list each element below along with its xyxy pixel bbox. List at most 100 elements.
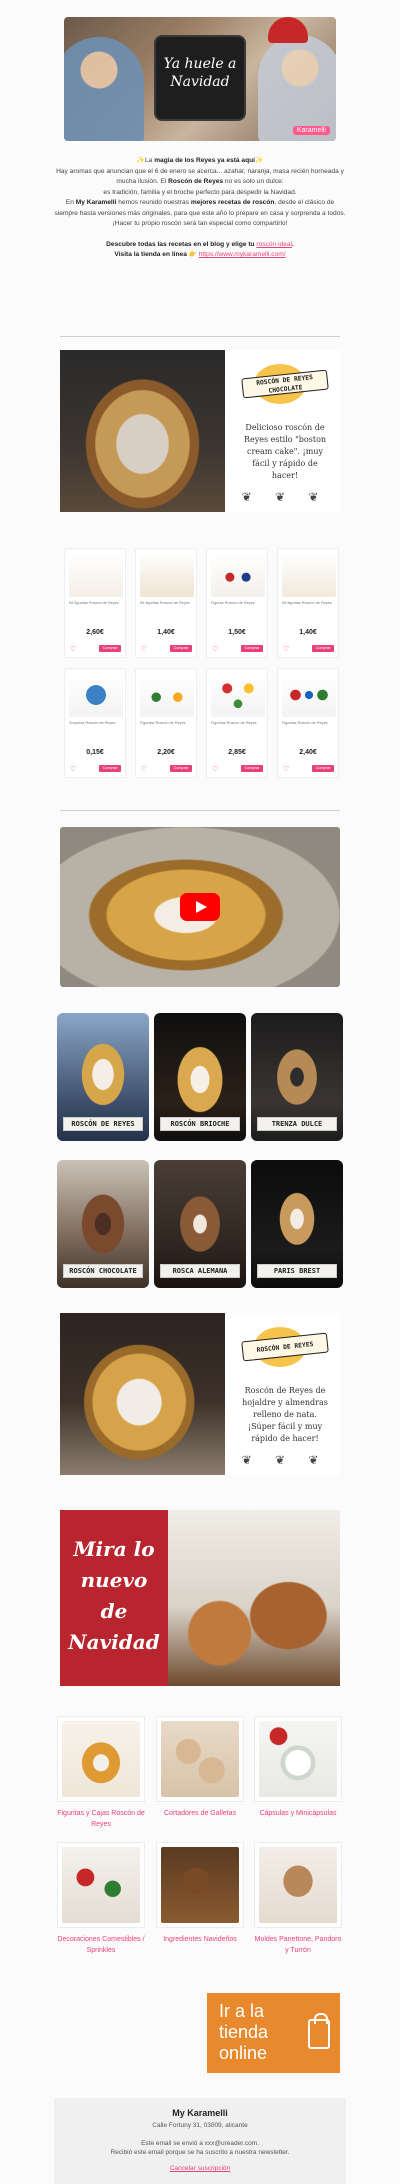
brand-badge: Karamelli — [292, 126, 330, 135]
heart-icon[interactable]: ♡ — [283, 765, 289, 773]
product-card[interactable]: Figuritas Roscón de Reyes 2,40€ ♡ Compra… — [277, 668, 339, 778]
shop-category-label[interactable]: Ingredientes Navideños — [156, 1934, 244, 1945]
shop-category-image — [156, 1716, 244, 1802]
shop-category-moldes[interactable]: Moldes Panettone, Pandoro y Turrón — [254, 1842, 342, 1956]
shop-category-label[interactable]: Cortadores de Galletas — [156, 1808, 244, 1819]
category-tile-roscon-brioche[interactable]: ROSCÓN BRIOCHE — [154, 1013, 246, 1141]
shop-category-decoraciones[interactable]: Decoraciones Comestibles / Sprinkles — [57, 1842, 145, 1956]
online-store-button[interactable]: Ir a la tienda online — [207, 1993, 340, 2073]
footer-address: Calle Fortuny 31, 03009, alicante — [152, 2122, 248, 2129]
cta-text: Visita la tienda en línea 👉 — [114, 251, 199, 258]
category-tile-paris-brest[interactable]: PARIS BREST — [251, 1160, 343, 1288]
intro-bold: mejores recetas de roscón — [190, 199, 275, 206]
blog-link[interactable]: roscón ideal — [256, 241, 292, 248]
product-card[interactable]: Figuritas Roscón de Reyes 2,20€ ♡ Compra… — [135, 668, 197, 778]
product-card[interactable]: Kit figuritas Roscón de Reyes 1,40€ ♡ Co… — [135, 548, 197, 658]
product-name: Kit figuritas Roscón de Reyes — [282, 601, 332, 605]
product-price: 1,50€ — [228, 629, 246, 636]
store-cta: Visita la tienda en línea 👉 https://www.… — [54, 250, 346, 261]
heart-icon[interactable]: ♡ — [141, 765, 147, 773]
footer: My Karamelli Calle Fortuny 31, 03009, al… — [54, 2098, 346, 2184]
category-tile-roscon-de-reyes[interactable]: ROSCÓN DE REYES — [57, 1013, 149, 1141]
shop-category-label[interactable]: Moldes Panettone, Pandoro y Turrón — [254, 1934, 342, 1956]
christmas-title-line: Navidad — [68, 1630, 160, 1654]
buy-button[interactable]: Comprar — [99, 765, 121, 772]
intro-line: es tradición, familia y el broche perfec… — [103, 188, 297, 196]
promo-description: Delicioso roscón de Reyes estilo "boston… — [243, 423, 327, 480]
hero-banner[interactable]: Ya huele a Navidad Karamelli — [64, 17, 336, 141]
product-image — [282, 673, 336, 717]
play-icon[interactable] — [180, 893, 220, 921]
promo-description: Roscón de Reyes de hojaldre y almendras … — [242, 1386, 328, 1443]
buy-button[interactable]: Comprar — [241, 765, 263, 772]
buy-button[interactable]: Comprar — [312, 645, 334, 652]
shop-category-figuritas[interactable]: Figuritas y Cajas Roscón de Reyes — [57, 1716, 145, 1830]
intro-bold: magia de los Reyes ya está aquí — [154, 157, 255, 164]
shop-category-label[interactable]: Figuritas y Cajas Roscón de Reyes — [57, 1808, 145, 1830]
footer-note: Este email se envió a xxx@ureader.com. R… — [54, 2139, 346, 2157]
video-thumbnail[interactable] — [60, 827, 340, 987]
store-link[interactable]: https://www.mykaramelli.com/ — [199, 251, 286, 258]
intro-line: ¡Hacer tu propio roscón será tan especia… — [112, 220, 288, 227]
category-tile-rosca-alemana[interactable]: ROSCA ALEMANA — [154, 1160, 246, 1288]
unsubscribe-link[interactable]: Cancelar suscripción — [54, 2165, 346, 2172]
christmas-banner[interactable]: Mira lo nuevo de Navidad — [60, 1510, 340, 1686]
product-price: 1,40€ — [299, 629, 317, 636]
category-photo — [259, 1847, 337, 1923]
heart-icon[interactable]: ♡ — [70, 645, 76, 653]
product-card[interactable]: Kit figuritas Roscón de Reyes 1,40€ ♡ Co… — [277, 548, 339, 658]
buy-button[interactable]: Comprar — [99, 645, 121, 652]
shop-category-label[interactable]: Cápsulas y Minicápsulas — [254, 1808, 342, 1819]
product-card[interactable]: Kit figuritas Roscón de Reyes 2,60€ ♡ Co… — [64, 548, 126, 658]
intro-text-fragment: ✨ — [254, 157, 264, 164]
intro-line: Hay aromas que anuncian que el 6 de ener… — [54, 167, 346, 188]
category-tile-trenza-dulce[interactable]: TRENZA DULCE — [251, 1013, 343, 1141]
product-card[interactable]: Figuritas Roscón de Reyes 2,85€ ♡ Compra… — [206, 668, 268, 778]
shop-category-ingredientes[interactable]: Ingredientes Navideños — [156, 1842, 244, 1945]
product-image — [69, 553, 123, 597]
intro-line: En My Karamelli hemos reunido nuestras m… — [54, 198, 346, 219]
shop-category-cortadores[interactable]: Cortadores de Galletas — [156, 1716, 244, 1819]
product-price: 1,40€ — [157, 629, 175, 636]
shop-category-image — [156, 1842, 244, 1928]
product-price: 0,15€ — [86, 749, 104, 756]
product-card[interactable]: Sorpresa Roscón de Reyes 0,15€ ♡ Comprar — [64, 668, 126, 778]
buy-button[interactable]: Comprar — [170, 645, 192, 652]
product-card[interactable]: Figuras Roscón de Reyes 1,50€ ♡ Comprar — [206, 548, 268, 658]
shop-category-capsulas[interactable]: Cápsulas y Minicápsulas — [254, 1716, 342, 1819]
buy-button[interactable]: Comprar — [170, 765, 192, 772]
product-price: 2,85€ — [228, 749, 246, 756]
shop-category-image — [254, 1842, 342, 1928]
category-photo — [161, 1847, 239, 1923]
christmas-title-line: nuevo — [80, 1568, 148, 1592]
intro-text-fragment: ✨La — [136, 157, 155, 164]
christmas-title-line: de — [100, 1599, 128, 1623]
online-store-label: Ir a la tienda online — [219, 2001, 299, 2064]
tile-label: TRENZA DULCE — [257, 1117, 337, 1131]
buy-button[interactable]: Comprar — [312, 765, 334, 772]
product-image — [211, 673, 265, 717]
product-price: 2,60€ — [86, 629, 104, 636]
hero-title: Ya huele a Navidad — [163, 56, 237, 90]
product-name: Kit figuritas Roscón de Reyes — [140, 601, 190, 605]
shop-category-image — [57, 1716, 145, 1802]
promo-roscon-chocolate[interactable]: ROSCÓN DE REYES CHOCOLATE Delicioso rosc… — [60, 350, 340, 512]
shop-category-label[interactable]: Decoraciones Comestibles / Sprinkles — [57, 1934, 145, 1956]
buy-button[interactable]: Comprar — [241, 645, 263, 652]
heart-icon[interactable]: ♡ — [212, 765, 218, 773]
heart-icon[interactable]: ♡ — [70, 765, 76, 773]
heart-icon[interactable]: ♡ — [212, 645, 218, 653]
promo-roscon-de-reyes[interactable]: ROSCÓN DE REYES Roscón de Reyes de hojal… — [60, 1313, 340, 1475]
blog-cta: Descubre todas las recetas en el blog y … — [54, 240, 346, 251]
email-body: Ya huele a Navidad Karamelli ✨La magia d… — [0, 0, 400, 2184]
heart-icon[interactable]: ♡ — [141, 645, 147, 653]
divider — [60, 336, 340, 337]
tile-label: ROSCÓN BRIOCHE — [160, 1117, 240, 1131]
gingerbread-photo — [168, 1510, 340, 1686]
tile-label: ROSCÓN DE REYES — [63, 1117, 143, 1131]
category-tile-roscon-chocolate[interactable]: ROSCÓN CHOCOLATE — [57, 1160, 149, 1288]
heart-icon[interactable]: ♡ — [283, 645, 289, 653]
promo-side: ROSCÓN DE REYES Roscón de Reyes de hojal… — [230, 1313, 340, 1475]
category-photo — [259, 1721, 337, 1797]
product-price: 2,20€ — [157, 749, 175, 756]
